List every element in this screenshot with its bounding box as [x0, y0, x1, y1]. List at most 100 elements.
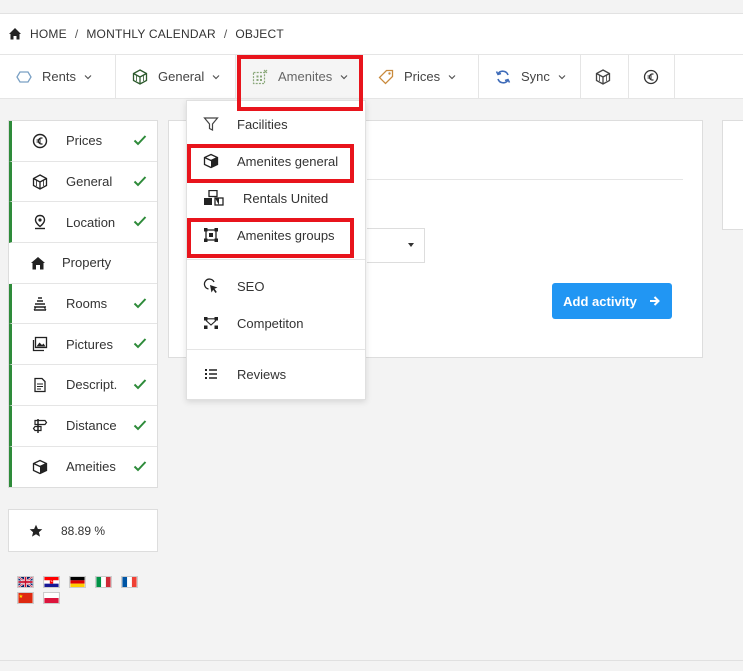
tab-rents-label: Rents [42, 69, 76, 84]
english-flag[interactable] [17, 576, 34, 588]
french-flag[interactable] [121, 576, 138, 588]
sidebar-item-label: Pictures [66, 336, 113, 352]
breadcrumb-home[interactable]: HOME [30, 27, 67, 41]
sidebar-item-description[interactable]: Descript. [9, 365, 157, 406]
tab-cube[interactable] [581, 55, 629, 98]
tab-prices[interactable]: Prices [362, 55, 479, 98]
chevron-down-icon [84, 73, 92, 81]
sidebar-item-label: Ameities [66, 459, 116, 475]
polish-flag[interactable] [43, 592, 60, 604]
menu-item-label: Amenites general [237, 153, 339, 169]
sync-icon [495, 69, 511, 85]
house-outline-icon [16, 69, 32, 85]
tab-general-label: General [158, 69, 205, 84]
top-strip [0, 0, 743, 14]
tab-amenites[interactable]: Amenites [236, 55, 362, 98]
menu-item-label: Competiton [237, 315, 304, 331]
check-icon [133, 459, 147, 473]
completion-score: 88.89 % [8, 509, 158, 552]
footer-divider [0, 660, 743, 661]
sidebar: Prices General Location Property Rooms P… [8, 120, 158, 489]
menu-item-label: SEO [237, 278, 265, 294]
euro-icon [643, 69, 659, 85]
sidebar-item-label: General [66, 174, 113, 190]
sidebar-item-pictures[interactable]: Pictures [9, 324, 157, 366]
rooms-stack-icon [32, 296, 48, 312]
tab-rents[interactable]: Rents [0, 55, 116, 98]
menu-item-label: Rentals United [243, 190, 329, 206]
chinese-flag[interactable] [17, 592, 34, 604]
tab-euro[interactable] [629, 55, 675, 98]
cube-box-icon [132, 68, 148, 85]
top-nav-tabs: Rents General Amenites Prices Sync [0, 54, 743, 99]
competition-network-icon [203, 315, 219, 331]
amenites-dropdown-menu: Facilities Amenites general Rentals Unit… [186, 100, 366, 400]
location-pin-icon [32, 214, 48, 230]
document-icon [32, 377, 48, 393]
tab-prices-label: Prices [404, 69, 441, 84]
sidebar-item-location[interactable]: Location [9, 202, 157, 244]
sidebar-item-general[interactable]: General [9, 161, 157, 203]
activity-select[interactable] [367, 228, 425, 263]
breadcrumb: HOME / MONTHLY CALENDAR / OBJECT [0, 14, 743, 54]
menu-item-amenites-groups[interactable]: Amenites groups [187, 220, 365, 250]
chevron-down-icon [558, 73, 566, 81]
box-icon [32, 459, 48, 475]
distance-sign-icon [32, 418, 48, 434]
arrow-right-icon [649, 295, 661, 307]
score-value: 88.89 % [61, 523, 106, 538]
breadcrumb-object: OBJECT [235, 27, 284, 41]
star-icon [29, 524, 43, 538]
sidebar-item-label: Descript. [66, 377, 118, 393]
cube-box-icon [595, 68, 611, 85]
check-icon [133, 174, 147, 188]
home-icon[interactable] [8, 27, 22, 41]
add-activity-button[interactable]: Add activity [552, 283, 672, 319]
check-icon [133, 214, 147, 228]
sidebar-item-label: Distance [66, 418, 117, 434]
menu-item-label: Facilities [237, 116, 288, 132]
chevron-down-icon [340, 73, 348, 81]
breadcrumb-monthly-calendar[interactable]: MONTHLY CALENDAR [86, 27, 215, 41]
menu-item-facilities[interactable]: Facilities [187, 109, 365, 139]
sidebar-item-property[interactable]: Property [9, 243, 157, 284]
menu-item-seo[interactable]: SEO [187, 271, 365, 301]
sidebar-item-label: Property [62, 255, 112, 271]
menu-divider [187, 259, 365, 260]
chevron-down-icon [212, 73, 220, 81]
menu-item-label: Reviews [237, 366, 287, 382]
menu-item-amenites-general[interactable]: Amenites general [187, 146, 365, 176]
caret-down-icon [408, 243, 414, 247]
group-frame-icon [203, 227, 219, 243]
sidebar-item-rooms[interactable]: Rooms [9, 283, 157, 325]
menu-divider [187, 349, 365, 350]
sidebar-item-distance[interactable]: Distance [9, 405, 157, 447]
breadcrumb-separator: / [223, 27, 228, 41]
sidebar-item-prices[interactable]: Prices [9, 121, 157, 162]
check-icon [133, 377, 147, 391]
german-flag[interactable] [69, 576, 86, 588]
property-house-icon [30, 255, 46, 271]
croatian-flag[interactable] [43, 576, 60, 588]
pictures-icon [32, 336, 48, 352]
menu-item-reviews[interactable]: Reviews [187, 359, 365, 389]
menu-item-label: Amenites groups [237, 227, 335, 243]
tab-general[interactable]: General [116, 55, 236, 98]
sidebar-item-ameities[interactable]: Ameities [9, 446, 157, 488]
panel-divider [367, 179, 683, 180]
seo-cursor-icon [203, 278, 219, 294]
boxes-icon [203, 190, 225, 206]
check-icon [133, 296, 147, 310]
cube-box-icon [32, 173, 48, 190]
tab-amenites-label: Amenites [278, 69, 333, 84]
italian-flag[interactable] [95, 576, 112, 588]
price-tag-icon [378, 69, 394, 85]
menu-item-competiton[interactable]: Competiton [187, 308, 365, 338]
menu-item-rentals-united[interactable]: Rentals United [187, 183, 365, 213]
tab-sync-label: Sync [521, 69, 550, 84]
sidebar-item-label: Prices [66, 133, 103, 149]
tab-sync[interactable]: Sync [479, 55, 581, 98]
sidebar-item-label: Location [66, 214, 116, 230]
language-flags [17, 576, 147, 604]
sidebar-item-label: Rooms [66, 296, 108, 312]
